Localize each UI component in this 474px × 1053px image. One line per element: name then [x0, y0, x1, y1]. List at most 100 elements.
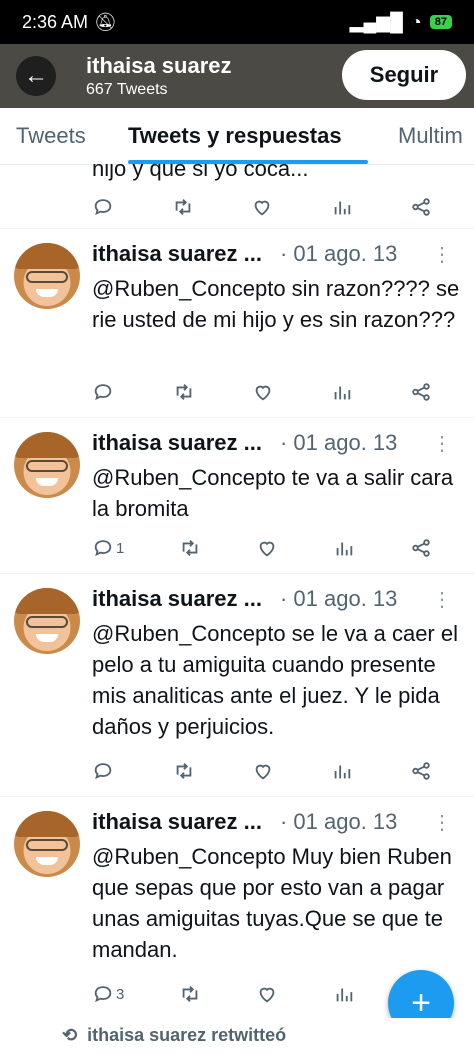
follow-button[interactable]: Seguir — [342, 50, 466, 100]
tweet[interactable]: ithaisa suarez ... · 01 ago. 13 ⋮ @Ruben… — [0, 574, 474, 797]
heart-icon — [255, 764, 271, 780]
reply-button[interactable]: 3 — [92, 983, 124, 1005]
tweet-count: 667 Tweets — [86, 81, 168, 98]
profile-header: ← ithaisa suarez 667 Tweets Seguir — [0, 44, 474, 108]
views-button[interactable] — [331, 381, 353, 403]
like-button[interactable] — [251, 196, 273, 218]
heart-icon — [255, 385, 271, 401]
heart-icon — [259, 987, 275, 1003]
views-button[interactable] — [331, 196, 353, 218]
tweet-actions — [92, 192, 432, 222]
views-icon — [336, 988, 353, 1002]
tweet-actions — [92, 756, 432, 786]
share-button[interactable] — [410, 381, 432, 403]
heart-icon — [254, 200, 270, 216]
tweet-partial[interactable]: hijo y que si yo coca... — [0, 164, 474, 229]
more-icon[interactable]: ⋮ — [432, 810, 452, 835]
retweet-button[interactable] — [173, 760, 195, 782]
reply-button[interactable] — [92, 760, 116, 782]
retweet-button[interactable] — [179, 983, 201, 1005]
share-button[interactable] — [410, 196, 432, 218]
tweet-actions: 1 — [92, 533, 432, 563]
views-icon — [334, 201, 350, 215]
tab-tweets-replies[interactable]: Tweets y respuestas — [128, 123, 342, 149]
reply-button[interactable] — [92, 196, 114, 218]
retweet-icon — [176, 763, 192, 779]
tweet-author[interactable]: ithaisa suarez ... — [92, 586, 262, 612]
tweet-author[interactable]: ithaisa suarez ... — [92, 430, 262, 456]
tweet-feed: hijo y que si yo coca... ithaisa suarez … — [0, 164, 474, 1020]
tweet-date: · 01 ago. 13 — [279, 241, 398, 266]
tab-media[interactable]: Multim — [398, 123, 463, 149]
tweet-author[interactable]: ithaisa suarez ... — [92, 809, 262, 835]
retweet-button[interactable] — [172, 196, 194, 218]
retweet-indicator[interactable]: ⟲ ithaisa suarez retwitteó — [0, 1018, 474, 1053]
reply-icon — [94, 540, 112, 557]
plus-icon: + — [411, 983, 431, 1022]
retweet-icon: ⟲ — [62, 1025, 78, 1045]
retweet-icon — [182, 540, 198, 556]
retweet-label: ithaisa suarez retwitteó — [87, 1025, 287, 1045]
reply-count: 1 — [116, 539, 125, 557]
tweet-text: @Ruben_Concepto se le va a caer el pelo … — [92, 621, 458, 739]
share-icon — [412, 539, 430, 557]
retweet-icon — [175, 199, 190, 215]
views-button[interactable] — [331, 760, 353, 782]
profile-name: ithaisa suarez — [86, 53, 232, 78]
retweet-icon — [182, 986, 198, 1002]
like-button[interactable] — [252, 381, 274, 403]
retweet-icon — [176, 384, 192, 400]
reply-count: 3 — [116, 985, 125, 1003]
tweet-date: · 01 ago. 13 — [279, 586, 398, 611]
views-icon — [334, 765, 351, 779]
reply-button[interactable]: 1 — [92, 537, 124, 559]
tweet-text: @Ruben_Concepto sin razon???? se rie ust… — [92, 276, 460, 332]
reply-icon — [94, 199, 112, 216]
like-button[interactable] — [252, 760, 274, 782]
like-button[interactable] — [256, 537, 278, 559]
retweet-button[interactable] — [179, 537, 201, 559]
like-button[interactable] — [256, 983, 278, 1005]
more-icon[interactable]: ⋮ — [432, 242, 452, 267]
signal-icon: ▂▄▆█ — [349, 11, 403, 32]
back-button[interactable]: ← — [16, 56, 56, 96]
tweet-actions — [92, 377, 432, 407]
avatar[interactable] — [14, 432, 80, 498]
profile-tabs: Tweets Tweets y respuestas Multim — [0, 108, 474, 165]
tweet-author[interactable]: ithaisa suarez ... — [92, 241, 262, 267]
mute-icon: 🔕︎ — [94, 11, 117, 32]
avatar[interactable] — [14, 811, 80, 877]
tweet[interactable]: ithaisa suarez ... · 01 ago. 13 ⋮ @Ruben… — [0, 229, 474, 418]
share-icon — [412, 762, 430, 780]
tweet-actions: 3 — [92, 979, 432, 1009]
views-icon — [336, 542, 353, 556]
share-icon — [412, 198, 430, 216]
views-icon — [334, 386, 351, 400]
share-icon — [412, 383, 430, 401]
status-bar: 2:36 AM 🔕︎ ▂▄▆█ ◔ 87 — [0, 0, 474, 44]
more-icon[interactable]: ⋮ — [432, 431, 452, 456]
tweet-text: hijo y que si yo coca... — [92, 164, 309, 181]
tweet-date: · 01 ago. 13 — [279, 809, 398, 834]
reply-icon — [94, 384, 112, 401]
views-button[interactable] — [333, 537, 355, 559]
retweet-button[interactable] — [173, 381, 195, 403]
share-button[interactable] — [410, 760, 432, 782]
reply-button[interactable] — [92, 381, 116, 403]
reply-icon — [94, 986, 112, 1003]
tweet[interactable]: ithaisa suarez ... · 01 ago. 13 ⋮ @Ruben… — [0, 418, 474, 574]
share-button[interactable] — [410, 537, 432, 559]
heart-icon — [259, 541, 275, 557]
tweet-text: @Ruben_Concepto Muy bien Ruben que sepas… — [92, 844, 452, 962]
tweet-text: @Ruben_Concepto te va a salir cara la br… — [92, 465, 454, 521]
tab-tweets[interactable]: Tweets — [16, 123, 86, 149]
avatar[interactable] — [14, 243, 80, 309]
status-time: 2:36 AM — [22, 11, 89, 32]
battery-badge: 87 — [429, 15, 452, 29]
avatar[interactable] — [14, 588, 80, 654]
arrow-left-icon: ← — [24, 62, 48, 89]
reply-icon — [94, 763, 112, 780]
wifi-icon: ◔ — [410, 11, 422, 32]
views-button[interactable] — [333, 983, 355, 1005]
more-icon[interactable]: ⋮ — [432, 587, 452, 612]
